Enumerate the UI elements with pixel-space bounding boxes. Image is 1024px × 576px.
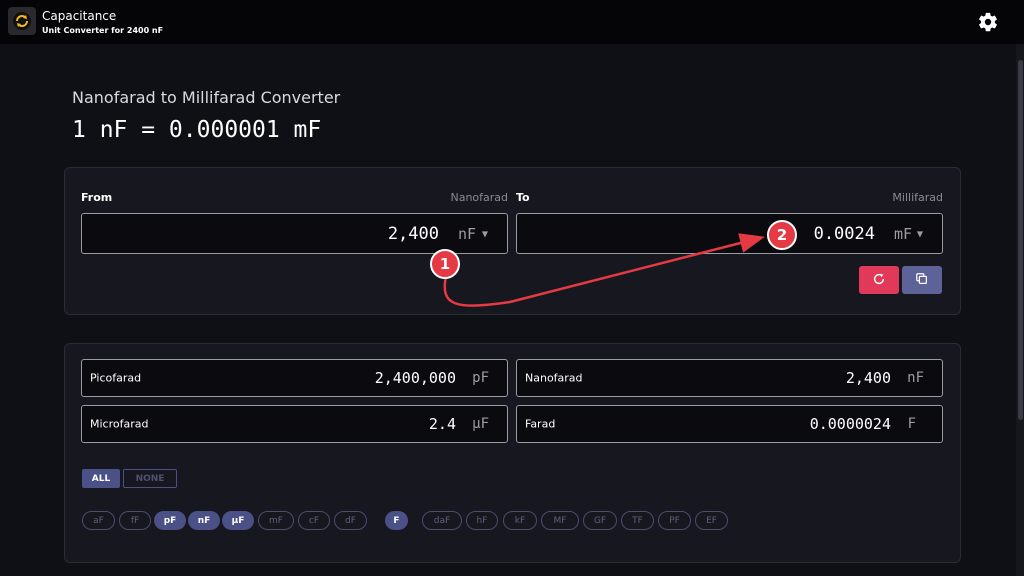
- result-unit: nF: [907, 370, 924, 386]
- result-unit: F: [907, 416, 916, 432]
- step-marker-1: 1: [430, 249, 460, 279]
- unit-filter-chip[interactable]: µF: [222, 511, 254, 530]
- unit-filter-chip[interactable]: aF: [82, 511, 115, 530]
- result-unit-name: Picofarad: [90, 371, 142, 385]
- select-none-button[interactable]: NONE: [123, 469, 177, 488]
- result-unit-name: Farad: [525, 417, 556, 431]
- result-row[interactable]: Nanofarad 2,400 nF: [516, 359, 943, 397]
- unit-filter-chip[interactable]: cF: [298, 511, 330, 530]
- unit-filter-chip[interactable]: F: [385, 511, 408, 530]
- unit-filter-chip[interactable]: EF: [695, 511, 728, 530]
- result-row[interactable]: Microfarad 2.4 µF: [81, 405, 508, 443]
- unit-filter-chip[interactable]: GF: [583, 511, 617, 530]
- select-all-button[interactable]: ALL: [82, 469, 120, 488]
- result-unit-name: Nanofarad: [525, 371, 583, 385]
- result-unit: µF: [472, 416, 489, 432]
- unit-filter-chip[interactable]: pF: [154, 511, 186, 530]
- unit-filter-chip[interactable]: dF: [334, 511, 367, 530]
- result-value: 0.0000024: [809, 415, 891, 433]
- unit-filter-chip[interactable]: nF: [188, 511, 220, 530]
- unit-filter-chip[interactable]: MF: [541, 511, 579, 530]
- result-value: 2,400,000: [374, 369, 456, 387]
- unit-filter-chip[interactable]: hF: [466, 511, 498, 530]
- result-unit: pF: [472, 370, 489, 386]
- result-value: 2.4: [428, 415, 456, 433]
- result-unit-name: Microfarad: [90, 417, 149, 431]
- unit-filter-chip[interactable]: kF: [503, 511, 537, 530]
- unit-filter-chip[interactable]: fF: [119, 511, 151, 530]
- unit-filter-chip[interactable]: PF: [658, 511, 691, 530]
- result-row[interactable]: Picofarad 2,400,000 pF: [81, 359, 508, 397]
- unit-filter-chip[interactable]: mF: [258, 511, 294, 530]
- result-row[interactable]: Farad 0.0000024 F: [516, 405, 943, 443]
- unit-filter-chip[interactable]: TF: [621, 511, 654, 530]
- unit-filter-chip[interactable]: daF: [422, 511, 462, 530]
- result-value: 2,400: [845, 369, 891, 387]
- step-marker-2: 2: [767, 220, 797, 250]
